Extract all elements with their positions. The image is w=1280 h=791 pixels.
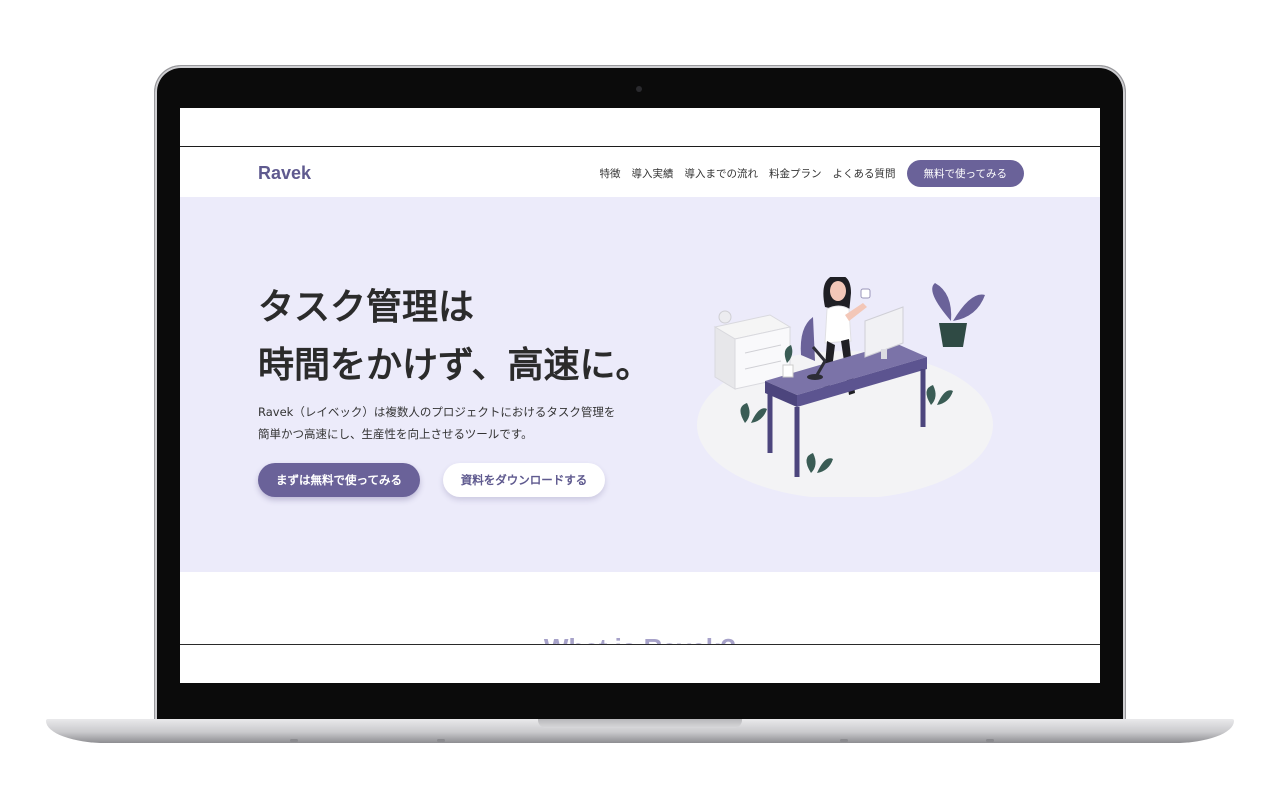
plant-icon xyxy=(932,283,985,347)
hero-title: タスク管理は 時間をかけず、高速に。 xyxy=(258,279,651,395)
woman-at-desk-illustration xyxy=(697,277,993,497)
hero-section: タスク管理は 時間をかけず、高速に。 Ravek（レイベック）は複数人のプロジェ… xyxy=(180,197,1100,572)
nav-item-faq[interactable]: よくある質問 xyxy=(833,166,896,181)
main-nav: 特徴 導入実績 導入までの流れ 料金プラン よくある質問 無料で使ってみる xyxy=(600,160,1024,187)
screen-bottom-strip xyxy=(180,644,1100,683)
hero-title-line2: 時間をかけず、高速に。 xyxy=(258,345,652,386)
hero-lead: Ravek（レイベック）は複数人のプロジェクトにおけるタスク管理を 簡単かつ高速… xyxy=(258,401,615,445)
nav-item-cases[interactable]: 導入実績 xyxy=(632,166,674,181)
laptop-foot xyxy=(437,739,445,742)
laptop-screen: Ravek 特徴 導入実績 導入までの流れ 料金プラン よくある質問 無料で使っ… xyxy=(180,108,1100,683)
site-header: Ravek 特徴 導入実績 導入までの流れ 料金プラン よくある質問 無料で使っ… xyxy=(180,147,1100,197)
laptop-foot xyxy=(840,739,848,742)
hero-lead-line1: Ravek（レイベック）は複数人のプロジェクトにおけるタスク管理を xyxy=(258,405,616,419)
nav-item-pricing[interactable]: 料金プラン xyxy=(769,166,822,181)
start-free-button[interactable]: まずは無料で使ってみる xyxy=(258,463,420,497)
download-docs-button[interactable]: 資料をダウンロードする xyxy=(443,463,605,497)
screen-top-strip xyxy=(180,108,1100,147)
nav-item-features[interactable]: 特徴 xyxy=(600,166,621,181)
laptop-notch xyxy=(538,719,742,728)
hero-lead-line2: 簡単かつ高速にし、生産性を向上させるツールです。 xyxy=(258,427,533,441)
hero-title-line1: タスク管理は xyxy=(258,287,475,328)
logo[interactable]: Ravek xyxy=(258,163,311,184)
nav-item-flow[interactable]: 導入までの流れ xyxy=(685,166,759,181)
laptop-foot xyxy=(986,739,994,742)
header-cta-button[interactable]: 無料で使ってみる xyxy=(906,160,1024,187)
camera-icon xyxy=(636,86,642,92)
laptop-foot xyxy=(290,739,298,742)
